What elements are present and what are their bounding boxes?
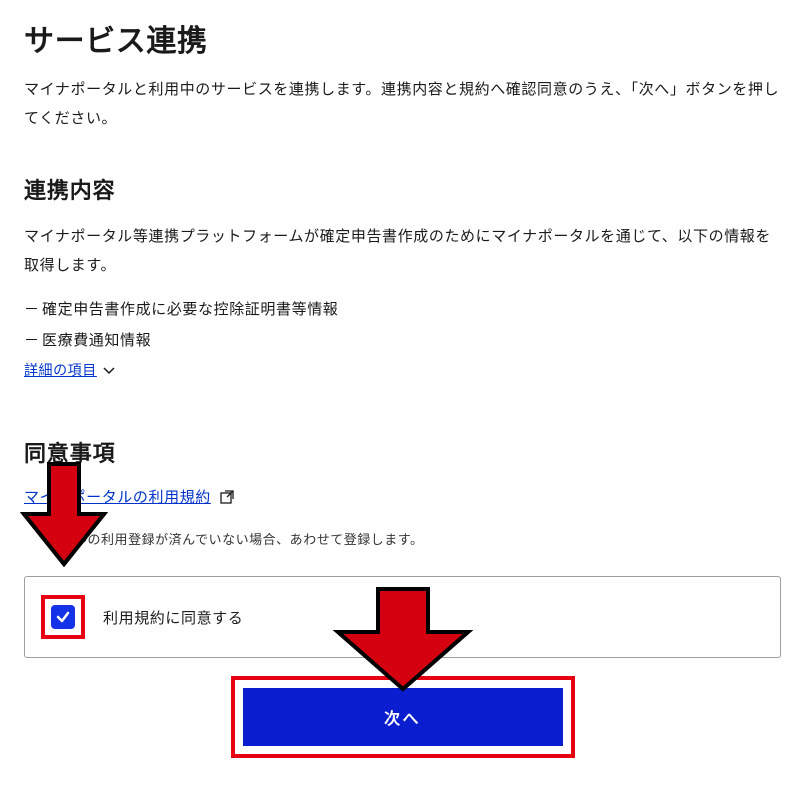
annotation-highlight-box bbox=[41, 595, 85, 639]
annotation-arrow-icon bbox=[328, 584, 478, 694]
detail-toggle-link[interactable]: 詳細の項目 bbox=[24, 360, 115, 380]
annotation-arrow-icon bbox=[14, 459, 114, 569]
section-heading-consent: 同意事項 bbox=[24, 436, 781, 468]
intro-text: マイナポータルと利用中のサービスを連携します。連携内容と規約へ確認同意のうえ、「… bbox=[24, 76, 781, 133]
next-button[interactable]: 次へ bbox=[243, 688, 563, 746]
consent-checkbox-label: 利用規約に同意する bbox=[103, 607, 243, 628]
list-item-text: 医療費通知情報 bbox=[42, 332, 151, 349]
list-item: －医療費通知情報 bbox=[24, 329, 781, 350]
registration-note: ルの利用登録が済んでいない場合、あわせて登録します。 bbox=[24, 529, 781, 548]
external-link-icon bbox=[219, 489, 235, 505]
list-item: －確定申告書作成に必要な控除証明書等情報 bbox=[24, 298, 781, 319]
section-heading-content: 連携内容 bbox=[24, 173, 781, 205]
chevron-down-icon bbox=[103, 363, 115, 378]
dash-icon: － bbox=[24, 298, 42, 319]
page-title: サービス連携 bbox=[24, 16, 781, 60]
consent-checkbox[interactable] bbox=[51, 605, 75, 629]
detail-link-text: 詳細の項目 bbox=[24, 360, 97, 380]
next-button-label: 次へ bbox=[384, 705, 421, 729]
section1-body: マイナポータル等連携プラットフォームが確定申告書作成のためにマイナポータルを通じ… bbox=[24, 223, 781, 280]
list-item-text: 確定申告書作成に必要な控除証明書等情報 bbox=[42, 301, 338, 318]
dash-icon: － bbox=[24, 329, 42, 350]
